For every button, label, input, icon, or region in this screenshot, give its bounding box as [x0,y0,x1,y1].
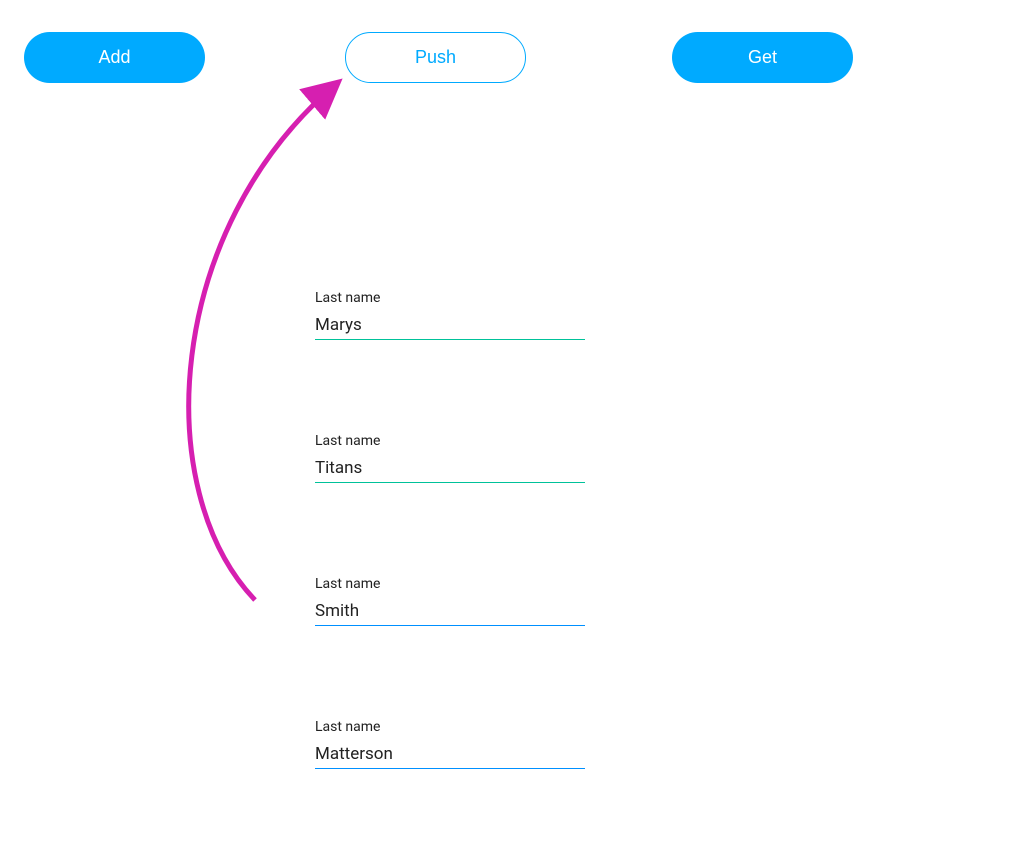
button-row: Add Push Get [0,0,1036,83]
get-button[interactable]: Get [672,32,853,83]
last-name-input[interactable] [315,456,585,483]
last-name-label: Last name [315,433,585,449]
field-group: Last name [315,290,585,340]
push-button[interactable]: Push [345,32,526,83]
last-name-label: Last name [315,576,585,592]
last-name-input[interactable] [315,313,585,340]
last-name-input[interactable] [315,599,585,626]
field-group: Last name [315,433,585,483]
last-name-label: Last name [315,290,585,306]
add-button[interactable]: Add [24,32,205,83]
field-group: Last name [315,576,585,626]
last-name-label: Last name [315,719,585,735]
fields-container: Last name Last name Last name Last name [315,290,585,862]
last-name-input[interactable] [315,742,585,769]
field-group: Last name [315,719,585,769]
